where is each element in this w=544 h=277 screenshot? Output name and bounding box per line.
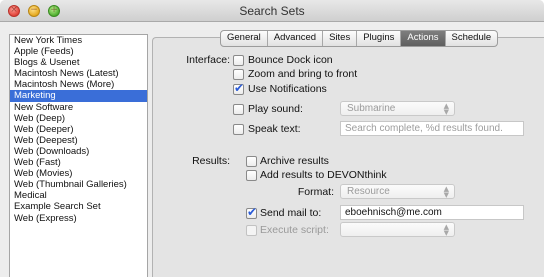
- tab-general[interactable]: General: [221, 31, 268, 46]
- use-notifications-label[interactable]: Use Notifications: [248, 83, 327, 95]
- send-mail-address-field[interactable]: eboehnisch@me.com: [340, 205, 524, 220]
- search-set-item[interactable]: Medical: [10, 190, 147, 201]
- format-popup[interactable]: Resource ▲ ▼: [340, 184, 455, 199]
- search-set-list[interactable]: New York Times Apple (Feeds) Blogs & Usene…: [9, 34, 148, 277]
- search-set-item[interactable]: Macintosh News (Latest): [10, 68, 147, 79]
- search-set-item[interactable]: Blogs & Usenet: [10, 57, 147, 68]
- search-set-item[interactable]: Web (Deep): [10, 113, 147, 124]
- search-set-item[interactable]: New Software: [10, 102, 147, 113]
- add-to-devonthink-checkbox[interactable]: [246, 170, 257, 181]
- results-section-label: Results:: [192, 155, 230, 167]
- search-set-item[interactable]: Web (Thumbnail Galleries): [10, 179, 147, 190]
- tab-actions[interactable]: Actions: [401, 31, 446, 46]
- speak-text-label[interactable]: Speak text:: [248, 123, 301, 135]
- search-set-item[interactable]: Web (Fast): [10, 157, 147, 168]
- search-set-item[interactable]: Example Search Set: [10, 201, 147, 212]
- tab-advanced[interactable]: Advanced: [268, 31, 324, 46]
- archive-results-checkbox[interactable]: [246, 156, 257, 167]
- zoom-to-front-checkbox[interactable]: [233, 69, 244, 80]
- tab-bar: General Advanced Sites Plugins Actions Schedu…: [220, 30, 499, 47]
- play-sound-label[interactable]: Play sound:: [248, 103, 303, 115]
- search-set-item[interactable]: Web (Express): [10, 213, 147, 224]
- play-sound-checkbox[interactable]: [233, 104, 244, 115]
- sound-popup[interactable]: Submarine ▲ ▼: [340, 101, 455, 116]
- search-set-item[interactable]: Apple (Feeds): [10, 46, 147, 57]
- interface-section-label: Interface:: [186, 54, 230, 66]
- zoom-to-front-label[interactable]: Zoom and bring to front: [248, 68, 357, 80]
- search-set-item[interactable]: Web (Deepest): [10, 135, 147, 146]
- speak-text-checkbox[interactable]: [233, 124, 244, 135]
- bounce-dock-icon-checkbox[interactable]: [233, 55, 244, 66]
- popup-arrows-icon: ▲ ▼: [443, 223, 449, 237]
- search-set-item[interactable]: Web (Movies): [10, 168, 147, 179]
- format-popup-value: Resource: [347, 186, 390, 197]
- popup-arrows-icon: ▲ ▼: [443, 102, 449, 116]
- tab-plugins[interactable]: Plugins: [357, 31, 402, 46]
- search-set-item[interactable]: Marketing: [10, 90, 147, 102]
- checkmark-icon: ✔: [247, 205, 258, 219]
- tab-schedule[interactable]: Schedule: [446, 31, 498, 46]
- search-set-item[interactable]: New York Times: [10, 35, 147, 46]
- execute-script-label[interactable]: Execute script:: [260, 224, 329, 236]
- window-title: Search Sets: [239, 4, 305, 18]
- send-mail-checkbox[interactable]: ✔: [246, 205, 258, 219]
- sound-popup-value: Submarine: [347, 103, 396, 114]
- format-label: Format:: [297, 186, 334, 198]
- add-to-devonthink-label[interactable]: Add results to DEVONthink: [260, 169, 387, 181]
- search-set-item[interactable]: Web (Downloads): [10, 146, 147, 157]
- checkmark-icon: ✔: [234, 81, 245, 95]
- speak-text-field[interactable]: Search complete, %d results found.: [340, 121, 524, 136]
- archive-results-label[interactable]: Archive results: [260, 155, 329, 167]
- search-set-item[interactable]: Macintosh News (More): [10, 79, 147, 90]
- script-popup[interactable]: ▲ ▼: [340, 222, 455, 237]
- popup-arrows-icon: ▲ ▼: [443, 185, 449, 199]
- use-notifications-checkbox[interactable]: ✔: [233, 81, 245, 95]
- send-mail-label[interactable]: Send mail to:: [260, 207, 321, 219]
- search-set-item[interactable]: Web (Deeper): [10, 124, 147, 135]
- tab-sites[interactable]: Sites: [323, 31, 358, 46]
- execute-script-checkbox[interactable]: [246, 225, 257, 236]
- bounce-dock-icon-label[interactable]: Bounce Dock icon: [248, 54, 333, 66]
- title-bar: × − + Search Sets: [0, 0, 544, 22]
- search-sets-window: × − + Search Sets New York Times Apple (F…: [0, 0, 544, 277]
